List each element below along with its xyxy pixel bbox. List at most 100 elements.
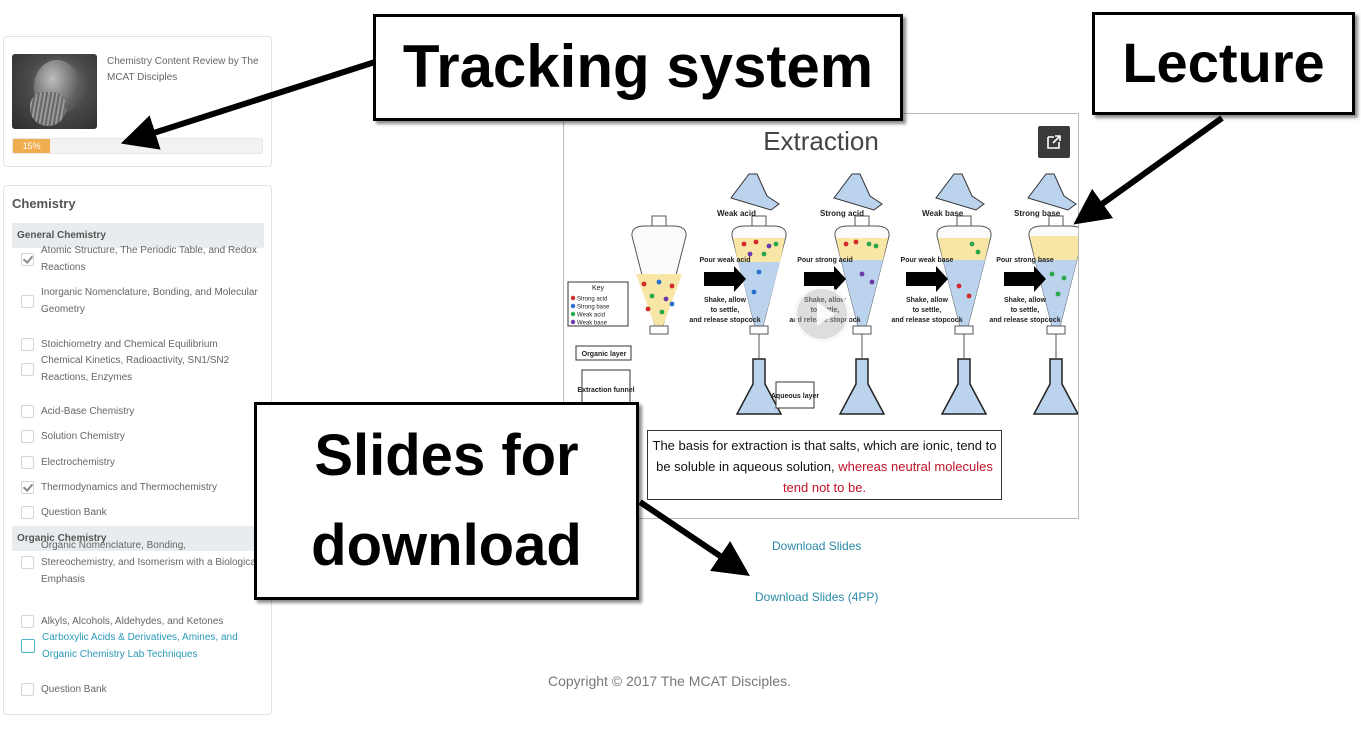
lesson-item[interactable]: Stoichiometry and Chemical Equilibrium	[21, 336, 261, 353]
curriculum-title: Chemistry	[12, 196, 76, 211]
lesson-checkbox-checked[interactable]	[21, 480, 34, 494]
download-slides-link[interactable]: Download Slides	[772, 539, 861, 553]
lesson-item[interactable]: Inorganic Nomenclature, Bonding, and Mol…	[21, 284, 261, 318]
lesson-item[interactable]: Acid-Base Chemistry	[21, 403, 261, 420]
lesson-checkbox[interactable]	[21, 555, 34, 569]
molecule-dot	[751, 289, 757, 295]
molecule-dot	[869, 279, 875, 285]
molecule-dot	[853, 239, 859, 245]
key-entry: Strong base	[577, 305, 610, 311]
lesson-item[interactable]: Thermodynamics and Thermochemistry	[21, 479, 261, 496]
stopcock	[954, 325, 974, 335]
step-pour: Pour strong base	[996, 257, 1054, 264]
lesson-label: Stoichiometry and Chemical Equilibrium	[41, 338, 218, 350]
lesson-checkbox[interactable]	[21, 639, 35, 653]
step-instruction: and release stopcock	[689, 317, 760, 324]
stopcock	[852, 325, 872, 335]
lesson-label: Alkyls, Alcohols, Aldehydes, and Ketones	[41, 615, 224, 627]
callout-slides-line2: download	[311, 513, 582, 578]
step-arrow	[704, 266, 746, 292]
key-entry: Weak base	[577, 321, 608, 327]
molecule-dot	[843, 241, 849, 247]
lesson-checkbox[interactable]	[21, 505, 34, 519]
molecule-dot	[741, 241, 747, 247]
curriculum-panel: Chemistry General Chemistry Atomic Struct…	[3, 185, 272, 715]
stopcock	[749, 325, 769, 335]
lesson-item[interactable]: Question Bank	[21, 681, 261, 698]
key-title: Key	[592, 285, 605, 292]
lesson-item[interactable]: Solution Chemistry	[21, 428, 261, 445]
course-card: Chemistry Content Review by The MCAT Dis…	[3, 36, 272, 167]
lesson-item[interactable]: Electrochemistry	[21, 454, 261, 471]
molecule-dot	[1049, 271, 1055, 277]
callout-tracking-system: Tracking system	[373, 14, 903, 121]
reagent-label: Strong acid	[820, 209, 864, 218]
lesson-item[interactable]: Carboxylic Acids & Derivatives, Amines, …	[21, 629, 261, 663]
lesson-item[interactable]: Organic Nomenclature, Bonding, Stereoche…	[21, 537, 261, 588]
step-instruction: and release stopcock	[891, 317, 962, 324]
reagent-bottle	[935, 173, 985, 211]
lesson-item[interactable]: Alkyls, Alcohols, Aldehydes, and Ketones	[21, 613, 261, 630]
molecule-dot	[866, 241, 872, 247]
step-instruction: Shake, allow	[1004, 297, 1047, 304]
reagent-bottle	[833, 173, 883, 211]
reagent-bottle	[1027, 173, 1077, 211]
step-instruction: and release stopcock	[989, 317, 1060, 324]
molecule-dot	[669, 283, 675, 289]
lesson-label: Solution Chemistry	[41, 430, 125, 442]
lesson-label: Chemical Kinetics, Radioactivity, SN1/SN…	[41, 355, 230, 383]
molecule-dot	[747, 251, 753, 257]
progress-fill: 15%	[13, 139, 51, 153]
lesson-label: Atomic Structure, The Periodic Table, an…	[41, 245, 257, 273]
play-button[interactable]	[794, 286, 850, 342]
organic-layer-label: Organic layer	[582, 351, 627, 358]
molecule-dot	[663, 296, 669, 302]
step-instruction: Shake, allow	[906, 297, 949, 304]
slide-title: Extraction	[763, 126, 879, 156]
lesson-checkbox[interactable]	[21, 362, 34, 376]
popout-button[interactable]	[1038, 126, 1070, 158]
lesson-label: Acid-Base Chemistry	[41, 405, 135, 417]
callout-lecture: Lecture	[1092, 12, 1355, 115]
molecule-dot	[645, 306, 651, 312]
lesson-checkbox[interactable]	[21, 294, 34, 308]
callout-slides-line1: Slides for	[314, 423, 579, 488]
erlenmeyer-flask	[1032, 358, 1078, 415]
course-thumbnail	[12, 54, 97, 129]
lecture-video[interactable]: Extraction Key Strong acid Strong base Weak…	[563, 113, 1079, 519]
lesson-checkbox[interactable]	[21, 337, 34, 351]
molecule-dot	[975, 249, 981, 255]
copyright: Copyright © 2017 The MCAT Disciples.	[548, 673, 791, 689]
molecule-dot	[766, 243, 772, 249]
lesson-label: Question Bank	[41, 506, 107, 518]
lesson-label: Carboxylic Acids & Derivatives, Amines, …	[42, 632, 238, 660]
slide-caption: The basis for extraction is that salts, …	[647, 430, 1002, 500]
step-instruction: to settle,	[1011, 307, 1040, 314]
download-slides-4pp-link[interactable]: Download Slides (4PP)	[755, 590, 878, 604]
lesson-item[interactable]: Question Bank	[21, 504, 261, 521]
lesson-item[interactable]: Chemical Kinetics, Radioactivity, SN1/SN…	[21, 352, 261, 386]
erlenmeyer-flask	[940, 358, 988, 415]
molecule-dot	[761, 251, 767, 257]
key-dot	[570, 311, 576, 317]
lesson-checkbox[interactable]	[21, 429, 34, 443]
lesson-checkbox[interactable]	[21, 455, 34, 469]
callout-slides-for-download: Slides for download	[254, 402, 639, 600]
step-pour: Pour strong acid	[797, 257, 853, 264]
step-instruction: Shake, allow	[704, 297, 747, 304]
lesson-checkbox[interactable]	[21, 682, 34, 696]
key-dot	[570, 295, 576, 301]
lesson-checkbox[interactable]	[21, 404, 34, 418]
lesson-item[interactable]: Atomic Structure, The Periodic Table, an…	[21, 242, 261, 276]
funnel-stopper	[651, 215, 667, 227]
erlenmeyer-flask	[838, 358, 886, 415]
molecule-dot	[956, 283, 962, 289]
lesson-checkbox[interactable]	[21, 614, 34, 628]
lecture-arrow	[1073, 115, 1224, 225]
lesson-checkbox-checked[interactable]	[21, 252, 34, 266]
molecule-dot	[641, 281, 647, 287]
step-instruction: to settle,	[913, 307, 942, 314]
reagent-label: Strong base	[1014, 209, 1061, 218]
reagent-bottle	[730, 173, 780, 211]
molecule-dot	[859, 271, 865, 277]
